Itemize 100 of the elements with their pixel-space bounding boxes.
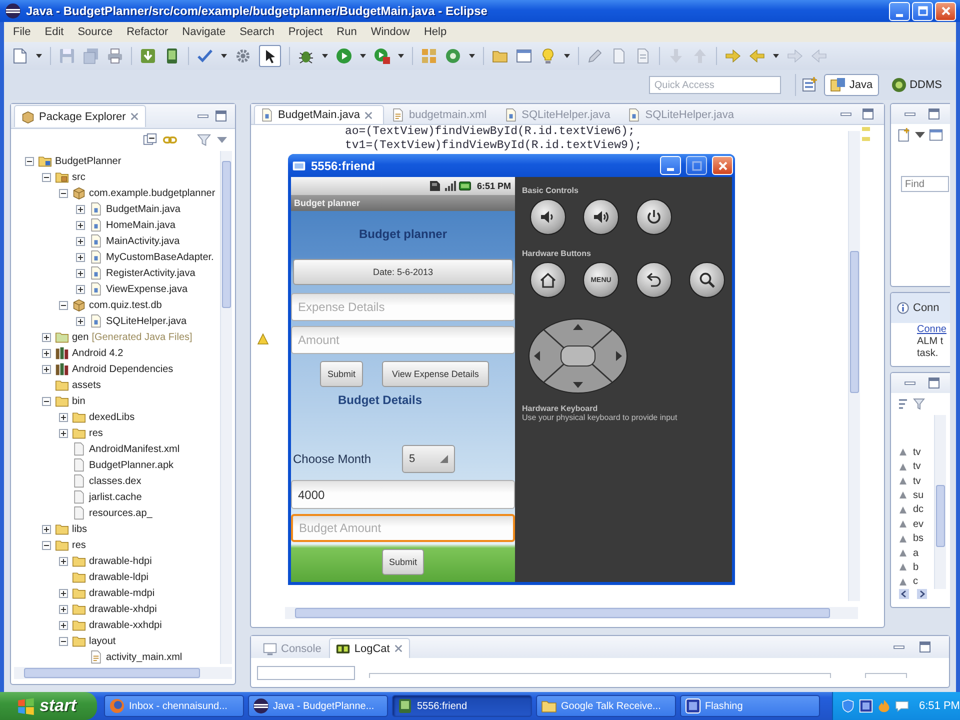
tree-item[interactable]: drawable-xxhdpi [89, 620, 162, 630]
expand-toggle[interactable] [42, 348, 51, 358]
outline-item[interactable]: ev [913, 518, 924, 530]
expand-toggle[interactable] [76, 220, 85, 230]
outline-item[interactable]: su [913, 490, 924, 501]
expand-toggle[interactable] [59, 428, 68, 438]
close-icon[interactable] [130, 112, 139, 121]
printer-icon[interactable] [107, 48, 123, 64]
window-icon[interactable] [929, 128, 943, 142]
collapse-all-icon[interactable] [143, 133, 157, 147]
month-spinner[interactable]: 5 [402, 445, 455, 473]
tree-item[interactable]: com.quiz.test.db [89, 300, 162, 310]
scroll-right-icon[interactable] [917, 589, 927, 599]
scrollbar-thumb[interactable] [24, 668, 200, 678]
tree-item[interactable]: drawable-mdpi [89, 588, 155, 598]
scrollbar-thumb[interactable] [936, 485, 945, 547]
tree-item[interactable]: bin [72, 396, 86, 406]
tree-item[interactable]: drawable-xhdpi [89, 604, 157, 614]
tree-item[interactable]: BudgetMain.java [106, 204, 180, 214]
outline-item[interactable]: tv [913, 461, 921, 472]
close-icon[interactable] [394, 644, 403, 653]
expand-toggle[interactable] [76, 252, 85, 262]
ruler-marker-icon[interactable] [862, 127, 870, 131]
device-list-field[interactable] [257, 666, 355, 680]
tree-item[interactable]: RegisterActivity.java [106, 268, 196, 278]
pencil-icon[interactable] [587, 48, 603, 64]
maximize-icon[interactable] [919, 641, 931, 653]
collapse-toggle[interactable] [42, 172, 51, 182]
arrow-right-icon[interactable] [725, 48, 741, 64]
perspective-button[interactable]: DDMS [884, 74, 948, 96]
expand-toggle[interactable] [76, 236, 85, 246]
caret-icon[interactable] [221, 54, 227, 58]
tree-item[interactable]: src [72, 172, 86, 182]
amount-field[interactable]: Amount [291, 326, 515, 354]
window-icon[interactable] [516, 48, 532, 64]
tree-item[interactable]: activity_main.xml [106, 652, 182, 662]
editor-tab[interactable]: BudgetMain.java [254, 105, 384, 124]
submit-button[interactable]: Submit [382, 549, 424, 575]
tree-item[interactable]: res [89, 428, 103, 438]
sort-icon[interactable] [897, 398, 909, 410]
expand-toggle[interactable] [76, 268, 85, 278]
menu-item[interactable]: File [6, 26, 38, 38]
maximize-icon[interactable] [928, 377, 940, 389]
expand-toggle[interactable] [42, 524, 51, 534]
view-tab[interactable]: Package Explorer [14, 105, 146, 127]
caret-icon[interactable] [773, 54, 779, 58]
caret-icon[interactable] [469, 54, 475, 58]
tree-item[interactable]: assets [72, 380, 101, 390]
maximize-button[interactable] [686, 156, 707, 175]
caret-icon[interactable] [36, 54, 42, 58]
scrollbar-thumb[interactable] [850, 251, 859, 393]
taskbar-button[interactable]: 5556:friend [392, 695, 532, 717]
square-icon[interactable] [859, 699, 873, 713]
ruler-marker-icon[interactable] [862, 137, 870, 141]
phone-icon[interactable] [164, 48, 180, 64]
collapse-toggle[interactable] [59, 300, 68, 310]
scrollbar[interactable] [14, 667, 232, 679]
tree-item[interactable]: MyCustomBaseAdapter. [106, 252, 214, 262]
app-button[interactable]: View Expense Details [382, 361, 489, 387]
expand-toggle[interactable] [59, 604, 68, 614]
budget-field[interactable]: 4000 [291, 480, 515, 509]
view-tab[interactable]: LogCat [329, 638, 410, 658]
maximize-icon[interactable] [215, 110, 227, 122]
expand-toggle[interactable] [76, 316, 85, 326]
volume-down-button[interactable] [530, 199, 566, 235]
minimize-button[interactable] [660, 156, 681, 175]
close-icon[interactable] [364, 110, 373, 120]
tree-item[interactable]: ViewExpense.java [106, 284, 188, 294]
run-tool-icon[interactable] [374, 48, 390, 64]
tree-item[interactable]: HomeMain.java [106, 220, 176, 230]
outline-item[interactable]: dc [913, 504, 924, 516]
tree-item[interactable]: dexedLibs [89, 412, 135, 422]
perspective-button[interactable]: Java [824, 74, 879, 96]
expand-toggle[interactable] [59, 620, 68, 630]
expand-toggle[interactable] [76, 204, 85, 214]
close-button[interactable] [712, 156, 733, 175]
menu-item[interactable]: Source [70, 26, 120, 38]
taskbar-button[interactable]: Flashing [680, 695, 820, 717]
warning-marker-icon[interactable] [257, 333, 269, 345]
volume-up-button[interactable] [583, 199, 619, 235]
collapse-toggle[interactable] [25, 156, 34, 166]
expand-toggle[interactable] [42, 364, 51, 374]
scrollbar[interactable] [934, 415, 946, 589]
new-task-icon[interactable] [897, 128, 911, 142]
lightbulb-icon[interactable] [540, 48, 556, 64]
checkmark-icon[interactable] [197, 48, 213, 64]
collapse-toggle[interactable] [59, 636, 68, 646]
arrow-left-icon[interactable] [749, 48, 765, 64]
gear-icon[interactable] [235, 48, 251, 64]
quick-access-field[interactable]: Quick Access [649, 76, 782, 94]
app-button[interactable]: Submit [320, 361, 363, 387]
tree-item[interactable]: resources.ap_ [89, 508, 152, 518]
caret-icon[interactable] [322, 54, 328, 58]
taskbar-button[interactable]: Google Talk Receive... [536, 695, 676, 717]
tree-item[interactable]: res [72, 540, 86, 550]
maximize-button[interactable] [912, 2, 933, 20]
scrollbar[interactable] [220, 151, 232, 664]
menu-item[interactable]: Navigate [175, 26, 233, 38]
expand-toggle[interactable] [76, 284, 85, 294]
search-button[interactable] [689, 262, 725, 298]
